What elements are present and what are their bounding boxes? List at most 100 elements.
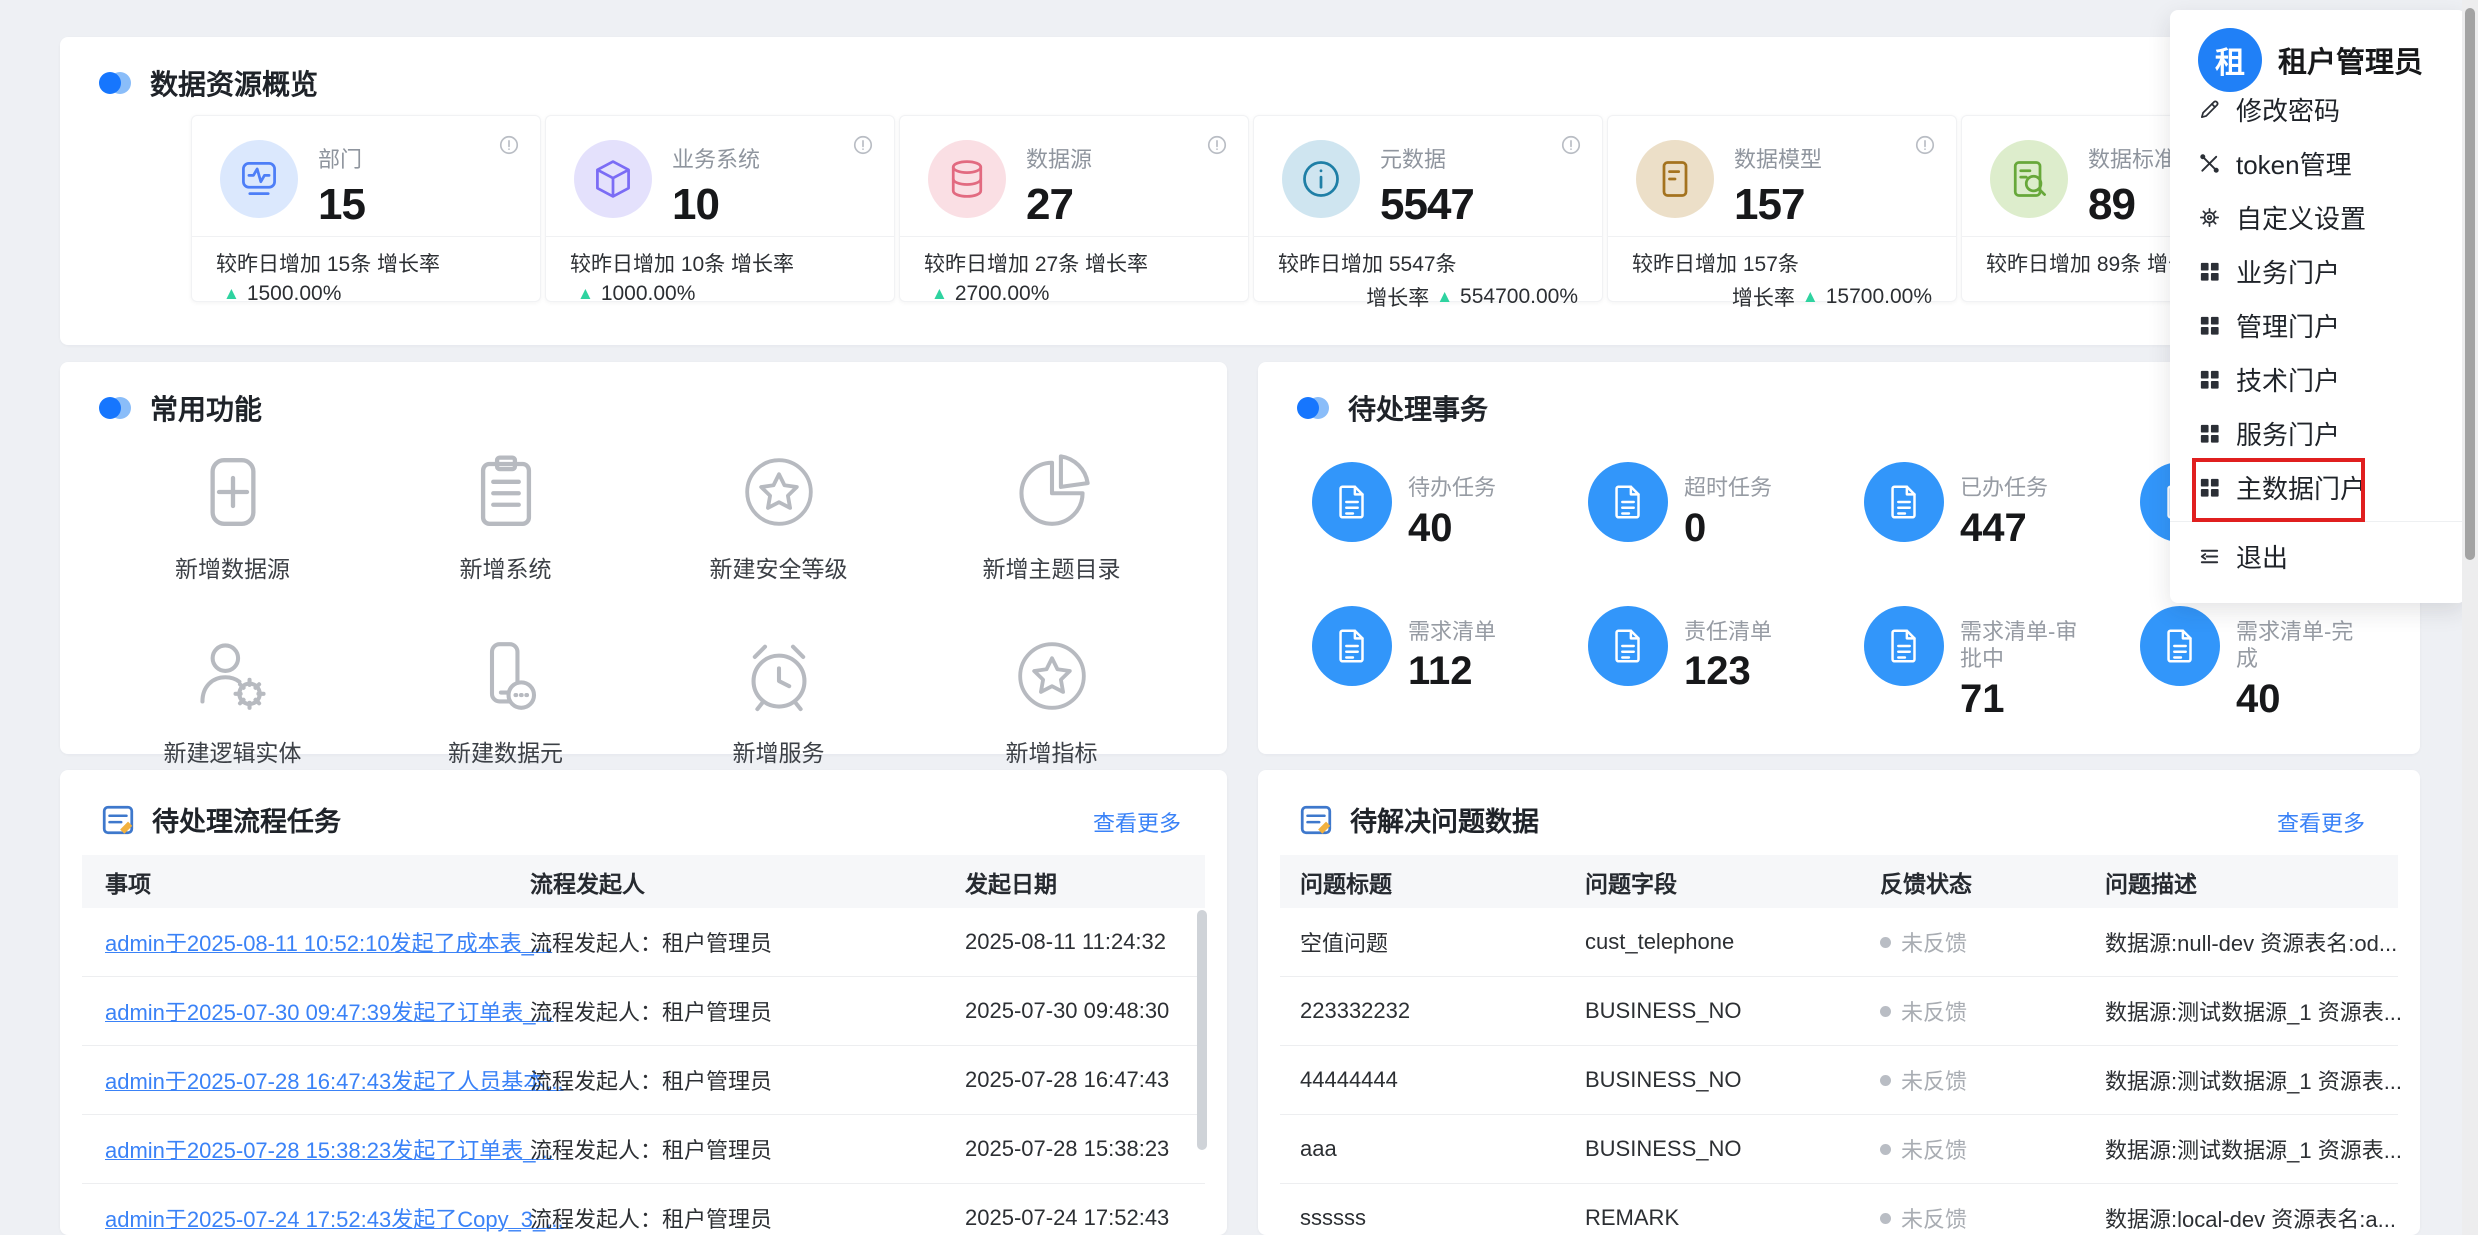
stat-label: 数据源	[1026, 142, 1092, 174]
transaction-item[interactable]: 待办任务40	[1312, 462, 1588, 551]
info-icon[interactable]	[1560, 134, 1582, 156]
menu-item-logout[interactable]: 退出	[2170, 529, 2466, 583]
transactions-title: 待处理事务	[1348, 388, 1488, 428]
issue-status: 未反馈	[1880, 1202, 2105, 1234]
stat-main: 元数据5547	[1380, 142, 1474, 230]
function-item[interactable]: 新增指标	[915, 634, 1188, 768]
menu-item-token-manage[interactable]: token管理	[2170, 136, 2466, 190]
plus-square-icon	[191, 450, 275, 534]
info-icon[interactable]	[1206, 134, 1228, 156]
issue-title: 44444444	[1300, 1067, 1585, 1093]
footer-rate: ▲1500.00%	[216, 282, 341, 306]
column-header: 问题描述	[2105, 865, 2398, 899]
transaction-item[interactable]: 需求清单-完成40	[2140, 606, 2416, 722]
info-icon[interactable]	[498, 134, 520, 156]
task-link[interactable]: admin于2025-07-28 15:38:23发起了订单表_...	[105, 1138, 554, 1163]
transaction-value: 71	[1960, 677, 2088, 722]
page-scrollbar-track[interactable]	[2462, 0, 2478, 1235]
function-label: 新建数据元	[448, 734, 563, 768]
pie-chart-icon	[1010, 450, 1094, 534]
menu-item-admin-portal[interactable]: 管理门户	[2170, 298, 2466, 352]
stat-main: 业务系统10	[672, 142, 760, 230]
user-gear-icon	[191, 634, 275, 718]
stat-footer: 较昨日增加 10条 增长率▲1000.00%	[546, 236, 894, 301]
info-icon[interactable]	[1914, 134, 1936, 156]
issue-status: 未反馈	[1880, 926, 2105, 958]
grid-icon	[2198, 314, 2221, 337]
stat-footer: 较昨日增加 15条 增长率▲1500.00%	[192, 236, 540, 301]
task-initiator: 流程发起人：租户管理员	[530, 926, 965, 958]
alarm-clock-icon	[737, 634, 821, 718]
transaction-item[interactable]: 需求清单112	[1312, 606, 1588, 722]
function-item[interactable]: 新增主题目录	[915, 450, 1188, 584]
function-item[interactable]: 新增数据源	[96, 450, 369, 584]
pending-issues-panel: 待解决问题数据 查看更多 问题标题 问题字段 反馈状态 问题描述 空值问题cus…	[1258, 770, 2420, 1235]
up-triangle-icon: ▲	[1436, 287, 1453, 307]
footer-rate: 增长率▲554700.00%	[1366, 282, 1578, 312]
transaction-item[interactable]: 超时任务0	[1588, 462, 1864, 551]
transaction-item[interactable]: 需求清单-审批中71	[1864, 606, 2140, 722]
table-row: admin于2025-07-28 15:38:23发起了订单表_...流程发起人…	[82, 1115, 1205, 1184]
menu-item-custom-settings[interactable]: 自定义设置	[2170, 190, 2466, 244]
function-item[interactable]: 新建数据元	[369, 634, 642, 768]
process-tasks-more-link[interactable]: 查看更多	[1093, 806, 1181, 838]
menu-item-master-data-portal[interactable]: 主数据门户	[2170, 460, 2466, 514]
menu-item-service-portal[interactable]: 服务门户	[2170, 406, 2466, 460]
issue-description: 数据源:测试数据源_1 资源表...	[2105, 1064, 2402, 1096]
footer-rate-label: 增长率	[1732, 282, 1795, 312]
up-triangle-icon: ▲	[931, 284, 948, 304]
page-scrollbar-thumb[interactable]	[2465, 8, 2475, 560]
footer-text: 较昨日增加 15条 增长率	[216, 248, 440, 278]
status-dot-icon	[1880, 1144, 1891, 1155]
issue-title: 223332232	[1300, 998, 1585, 1024]
function-item[interactable]: 新增系统	[369, 450, 642, 584]
task-link[interactable]: admin于2025-07-28 16:47:43发起了人员基本...	[105, 1069, 564, 1094]
task-date: 2025-07-24 17:52:43	[965, 1205, 1205, 1231]
footer-text: 较昨日增加 157条	[1632, 248, 1799, 278]
up-triangle-icon: ▲	[1802, 287, 1819, 307]
section-toggle-icon	[1294, 393, 1334, 423]
transaction-item[interactable]: 责任清单123	[1588, 606, 1864, 722]
stat-card: 部门15较昨日增加 15条 增长率▲1500.00%	[191, 115, 541, 302]
task-link[interactable]: admin于2025-07-24 17:52:43发起了Copy_3_...	[105, 1207, 564, 1232]
function-item[interactable]: 新建安全等级	[642, 450, 915, 584]
transaction-main: 待办任务40	[1408, 462, 1496, 551]
status-text: 未反馈	[1901, 926, 1967, 958]
transaction-item[interactable]: 已办任务447	[1864, 462, 2140, 551]
task-date: 2025-07-28 15:38:23	[965, 1136, 1205, 1162]
document-circle-icon	[1864, 462, 1944, 542]
stat-main: 数据标准89	[2088, 142, 2176, 230]
issue-field: BUSINESS_NO	[1585, 998, 1880, 1024]
function-item[interactable]: 新增服务	[642, 634, 915, 768]
issue-field: REMARK	[1585, 1205, 1880, 1231]
footer-text: 较昨日增加 27条 增长率	[924, 248, 1148, 278]
stat-card: 数据模型157较昨日增加 157条增长率▲15700.00%	[1607, 115, 1957, 302]
menu-items-list: 修改密码token管理自定义设置业务门户管理门户技术门户服务门户主数据门户退出	[2170, 82, 2466, 583]
issues-more-link[interactable]: 查看更多	[2277, 806, 2365, 838]
monitor-icon	[220, 140, 298, 218]
table-row: 44444444BUSINESS_NO未反馈数据源:测试数据源_1 资源表...	[1280, 1046, 2398, 1115]
issues-title: 待解决问题数据	[1350, 800, 1539, 839]
status-dot-icon	[1880, 1213, 1891, 1224]
stat-value: 15	[318, 180, 365, 230]
transaction-value: 40	[1408, 506, 1496, 551]
table-scrollbar[interactable]	[1197, 910, 1207, 1150]
doc-search-icon	[1990, 140, 2068, 218]
footer-rate: 增长率▲15700.00%	[1732, 282, 1932, 312]
menu-item-change-password[interactable]: 修改密码	[2170, 82, 2466, 136]
stat-main: 数据源27	[1026, 142, 1092, 230]
document-circle-icon	[2140, 606, 2220, 686]
transaction-value: 447	[1960, 506, 2048, 551]
footer-rate-value: 1500.00%	[247, 282, 342, 306]
menu-item-label: 业务门户	[2236, 253, 2340, 290]
menu-item-business-portal[interactable]: 业务门户	[2170, 244, 2466, 298]
menu-item-tech-portal[interactable]: 技术门户	[2170, 352, 2466, 406]
task-link[interactable]: admin于2025-08-11 10:52:10发起了成本表_...	[105, 931, 552, 956]
issue-description: 数据源:测试数据源_1 资源表...	[2105, 995, 2402, 1027]
document-circle-icon	[1588, 462, 1668, 542]
info-icon[interactable]	[852, 134, 874, 156]
stat-value: 89	[2088, 180, 2176, 230]
function-item[interactable]: 新建逻辑实体	[96, 634, 369, 768]
function-label: 新建逻辑实体	[164, 734, 302, 768]
task-link[interactable]: admin于2025-07-30 09:47:39发起了订单表_...	[105, 1000, 554, 1025]
